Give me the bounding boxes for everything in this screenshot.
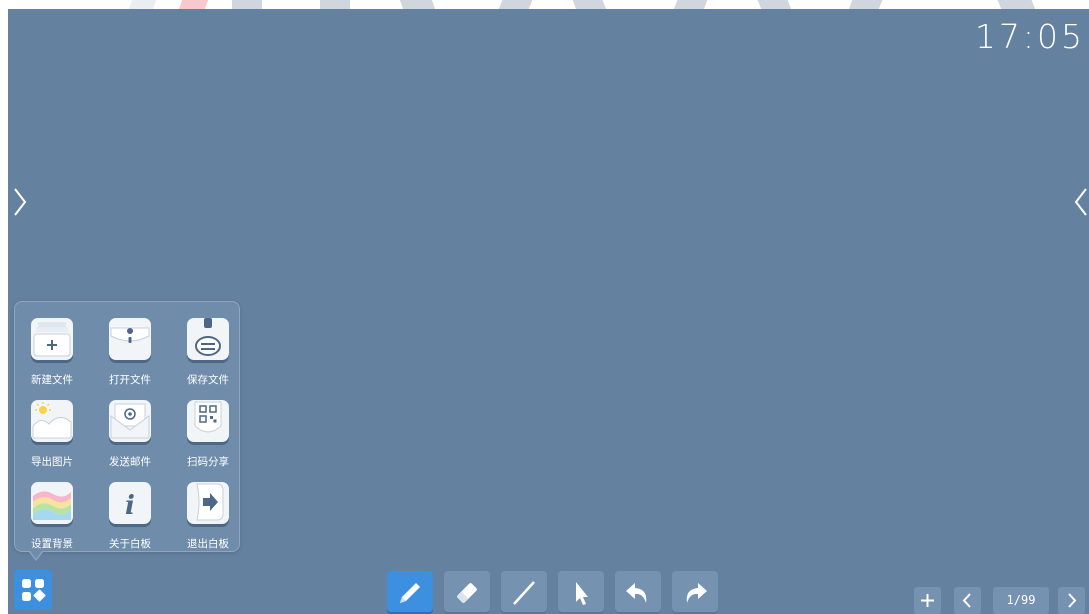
menu-item-label: 保存文件	[187, 374, 229, 386]
grid-apps-icon	[22, 579, 46, 602]
clock: 17:05	[974, 17, 1085, 56]
decorative-stroke	[847, 0, 883, 9]
tool-redo[interactable]	[672, 571, 718, 614]
drawing-toolbar	[387, 571, 719, 614]
menu-item-export-image[interactable]: 导出图片	[17, 388, 87, 468]
menu-item-send-email[interactable]: 发送邮件	[95, 388, 165, 468]
new-file-icon	[31, 318, 73, 360]
redo-icon	[686, 583, 707, 603]
page-indicator: 1/99	[993, 587, 1049, 614]
add-page-button[interactable]	[914, 587, 941, 614]
decorative-stroke	[232, 0, 262, 9]
apps-menu-button[interactable]	[14, 570, 52, 610]
decorative-stroke	[320, 0, 350, 9]
menu-pointer-fill	[30, 551, 42, 559]
menu-item-label: 扫码分享	[187, 456, 229, 468]
left-edge-strip	[0, 0, 8, 614]
menu-item-new-file[interactable]: 新建文件	[17, 306, 87, 386]
decorative-stroke	[127, 0, 157, 9]
menu-item-set-background[interactable]: 设置背景	[17, 470, 87, 550]
decorative-stroke	[497, 0, 533, 9]
line-icon	[513, 581, 535, 605]
tool-line[interactable]	[501, 571, 547, 614]
decorative-stroke	[757, 0, 793, 9]
about-whiteboard-icon: i	[109, 482, 151, 524]
pointer-icon	[576, 582, 588, 605]
next-page-button[interactable]	[1058, 587, 1085, 614]
menu-item-qr-share[interactable]: 扫码分享	[173, 388, 243, 468]
main-menu-panel: 新建文件 打开文件 保存文件 导出图片 发送邮件 扫码分享 设置背景 i 关于白…	[14, 301, 240, 552]
menu-item-label: 发送邮件	[109, 456, 151, 468]
top-edge-strip	[0, 0, 1089, 9]
send-email-icon	[109, 400, 151, 442]
tool-pen[interactable]	[387, 571, 433, 614]
tool-select[interactable]	[558, 571, 604, 614]
whiteboard-canvas[interactable]: 17:05 新建文件 打开文件 保存文件 导出图片 发送邮件 扫码分享 设置背景…	[8, 9, 1089, 614]
menu-item-exit-whiteboard[interactable]: 退出白板	[173, 470, 243, 550]
chevron-left-icon	[962, 593, 971, 608]
menu-item-open-file[interactable]: 打开文件	[95, 306, 165, 386]
menu-item-label: 打开文件	[109, 374, 151, 386]
menu-item-label: 退出白板	[187, 538, 229, 550]
expand-right-panel-icon[interactable]	[1073, 185, 1089, 219]
menu-item-label: 导出图片	[31, 456, 73, 468]
menu-item-label: 新建文件	[31, 374, 73, 386]
decorative-stroke	[177, 0, 209, 9]
save-file-icon	[187, 318, 229, 360]
previous-page-button[interactable]	[954, 587, 981, 614]
svg-text:i: i	[125, 491, 135, 521]
tool-eraser[interactable]	[444, 571, 490, 614]
decorative-stroke	[399, 0, 437, 9]
menu-item-label: 设置背景	[31, 538, 73, 550]
export-image-icon	[31, 400, 73, 442]
decorative-stroke	[672, 0, 708, 9]
chevron-right-icon	[1068, 593, 1077, 608]
menu-item-label: 关于白板	[109, 538, 151, 550]
set-background-icon	[31, 482, 73, 524]
tool-undo[interactable]	[615, 571, 661, 614]
menu-item-about-whiteboard[interactable]: i 关于白板	[95, 470, 165, 550]
qr-share-icon	[187, 400, 229, 442]
undo-icon	[626, 583, 647, 603]
decorative-stroke	[572, 0, 608, 9]
plus-icon	[921, 594, 934, 607]
decorative-stroke	[997, 0, 1037, 9]
open-file-icon	[109, 318, 151, 360]
exit-whiteboard-icon	[187, 482, 229, 524]
pen-icon	[400, 583, 420, 603]
menu-item-save-file[interactable]: 保存文件	[173, 306, 243, 386]
eraser-icon	[457, 583, 477, 603]
expand-left-panel-icon[interactable]	[12, 185, 28, 219]
